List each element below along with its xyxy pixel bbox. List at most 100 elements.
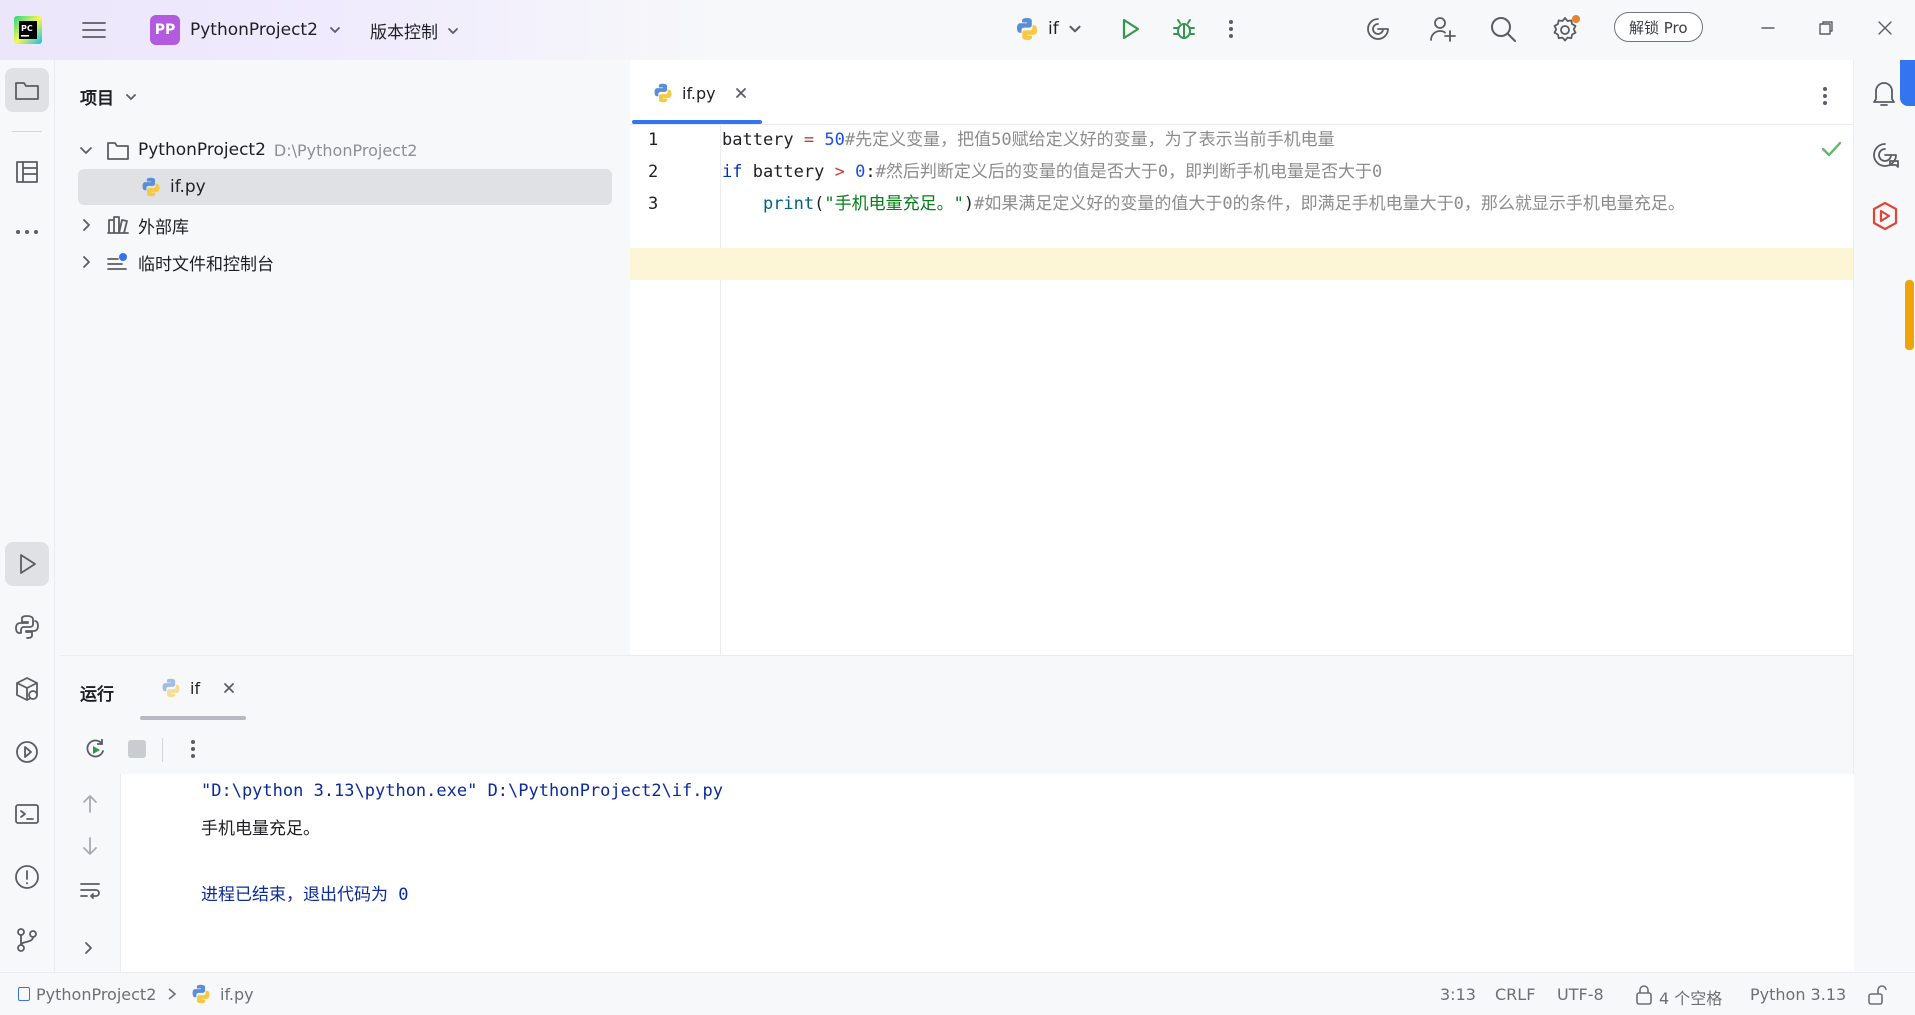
python-icon	[162, 678, 180, 698]
indent-setting[interactable]: 4 个空格	[1659, 985, 1722, 1009]
more-horizontal-icon	[16, 230, 38, 234]
run-services-tool-button[interactable]	[5, 730, 49, 774]
problems-icon	[15, 865, 39, 889]
code-token: =	[803, 130, 825, 150]
tree-item-if-py[interactable]: if.py	[78, 169, 612, 205]
play-icon	[1122, 18, 1140, 40]
module-icon	[18, 987, 30, 1001]
search-icon[interactable]	[1488, 14, 1518, 44]
structure-icon	[16, 161, 38, 183]
python-file-icon	[142, 177, 160, 197]
debug-button[interactable]	[1170, 15, 1198, 43]
code-token: )	[963, 194, 975, 214]
line-number: 2	[648, 162, 659, 182]
project-root-label: PythonProject2	[138, 140, 266, 160]
services-icon	[16, 677, 38, 701]
code-line[interactable]: print("手机电量充足。")#如果满足定义好的变量的值大于0的条件，即满足手…	[722, 188, 1685, 220]
project-tool-button[interactable]	[5, 68, 49, 112]
run-more-button[interactable]	[188, 737, 198, 761]
vcs-label: 版本控制	[370, 23, 438, 43]
run-tool-button[interactable]	[5, 542, 49, 586]
close-tab-icon[interactable]	[734, 86, 748, 100]
code-line[interactable]: if battery > 0:#然后判断定义后的变量的值是否大于0，即判断手机电…	[722, 156, 1382, 188]
status-bar: PythonProject2 if.py 3:13 CRLF UTF-8 4 个…	[0, 972, 1915, 1015]
library-icon	[107, 216, 129, 234]
code-line[interactable]: battery = 50#先定义变量，把值50赋给定义好的变量，为了表示当前手机…	[722, 124, 1335, 156]
code-token: #然后判断定义后的变量的值是否大于0，即判断手机电量是否大于0	[875, 162, 1383, 182]
rerun-icon	[86, 739, 104, 758]
restore-window-icon[interactable]	[1816, 18, 1836, 38]
python-icon	[1017, 18, 1037, 40]
add-user-icon[interactable]	[1428, 14, 1458, 44]
terminal-tool-button[interactable]	[5, 792, 49, 836]
vcs-widget[interactable]: 版本控制	[370, 18, 460, 43]
scroll-up-icon[interactable]	[80, 792, 100, 816]
editor-options-button[interactable]	[1820, 84, 1830, 108]
run-config-label: if	[1048, 19, 1059, 39]
run-tab-label: if	[190, 678, 201, 698]
notifications-bell-icon[interactable]	[1870, 78, 1898, 108]
run-tool-window: 运行 if "D:\python 3.13\python.exe" D:\Pyt…	[60, 655, 1854, 973]
breadcrumb-file[interactable]: if.py	[220, 985, 254, 1004]
ai-chat-icon[interactable]	[1870, 140, 1900, 170]
tree-item-project-root[interactable]: PythonProject2 D:\PythonProject2	[60, 132, 612, 168]
project-panel: 项目 PythonProject2 D:\PythonProject2 if.p…	[60, 60, 631, 655]
main-menu-icon[interactable]	[80, 16, 108, 44]
if-py-label: if.py	[170, 177, 206, 197]
code-with-me-icon[interactable]	[1870, 200, 1900, 232]
project-badge: PP	[150, 15, 180, 45]
chevron-down-icon	[1069, 25, 1081, 33]
tree-item-scratches[interactable]: 临时文件和控制台	[60, 244, 612, 280]
git-branch-icon	[17, 928, 37, 952]
problems-tool-button[interactable]	[5, 855, 49, 899]
close-tab-icon[interactable]	[222, 681, 236, 695]
code-token: battery	[722, 130, 804, 150]
project-root-path: D:\PythonProject2	[273, 140, 418, 160]
soft-wrap-icon[interactable]	[78, 878, 102, 902]
scroll-down-icon[interactable]	[80, 834, 100, 858]
editor-tab-if-py[interactable]: if.py	[652, 82, 748, 104]
title-bar: PC PP PythonProject2 版本控制 if 解锁 Pro	[0, 0, 1915, 60]
folder-icon	[15, 82, 39, 100]
breadcrumb-project[interactable]: PythonProject2	[36, 985, 156, 1004]
ai-assistant-icon[interactable]	[1364, 15, 1392, 43]
project-widget[interactable]: PP PythonProject2	[150, 15, 342, 45]
file-encoding[interactable]: UTF-8	[1557, 985, 1604, 1004]
python-interpreter[interactable]: Python 3.13	[1750, 985, 1846, 1004]
python-packages-button[interactable]	[5, 605, 49, 649]
more-vertical-icon	[1823, 87, 1827, 105]
project-name: PythonProject2	[190, 20, 318, 40]
services-tool-button[interactable]	[5, 667, 49, 711]
console-output[interactable]: "D:\python 3.13\python.exe" D:\PythonPro…	[120, 774, 1854, 973]
stop-button[interactable]	[128, 740, 146, 758]
structure-tool-button[interactable]	[5, 150, 49, 194]
code-token: #如果满足定义好的变量的值大于0的条件，即满足手机电量大于0，那么就显示手机电量…	[974, 194, 1685, 214]
line-ending[interactable]: CRLF	[1495, 985, 1535, 1004]
expand-chevron-icon[interactable]	[80, 940, 96, 956]
caret-position[interactable]: 3:13	[1440, 985, 1476, 1004]
python-file-icon	[654, 83, 672, 103]
editor-area: if.py 1 2 3 battery = 50#先定义变量，把值50赋给定义好的变…	[630, 60, 1853, 655]
unlock-pro-button[interactable]: 解锁 Pro	[1614, 12, 1703, 42]
minimize-window-icon[interactable]	[1758, 18, 1778, 38]
settings-gear-icon[interactable]	[1550, 14, 1582, 44]
read-only-lock-icon[interactable]	[1866, 984, 1888, 1006]
project-panel-header[interactable]: 项目	[80, 84, 138, 109]
more-tools-button[interactable]	[5, 210, 49, 254]
chevron-right-icon	[83, 256, 90, 268]
git-tool-button[interactable]	[5, 918, 49, 962]
code-token: if	[722, 162, 753, 182]
run-button[interactable]	[1116, 15, 1144, 43]
close-window-icon[interactable]	[1875, 18, 1895, 38]
run-panel-title: 运行	[80, 685, 114, 705]
rerun-button[interactable]	[82, 736, 108, 762]
external-libraries-label: 外部库	[138, 217, 189, 238]
more-actions-button[interactable]	[1226, 15, 1236, 43]
unlock-pro-label: 解锁 Pro	[1614, 12, 1703, 42]
run-config-selector[interactable]: if	[1014, 16, 1083, 42]
scroll-marker	[1905, 280, 1914, 350]
code-token: >	[834, 162, 856, 182]
run-tab-if[interactable]: if	[160, 677, 236, 699]
tree-item-external-libraries[interactable]: 外部库	[60, 207, 612, 243]
editor-tab-label: if.py	[682, 83, 716, 103]
